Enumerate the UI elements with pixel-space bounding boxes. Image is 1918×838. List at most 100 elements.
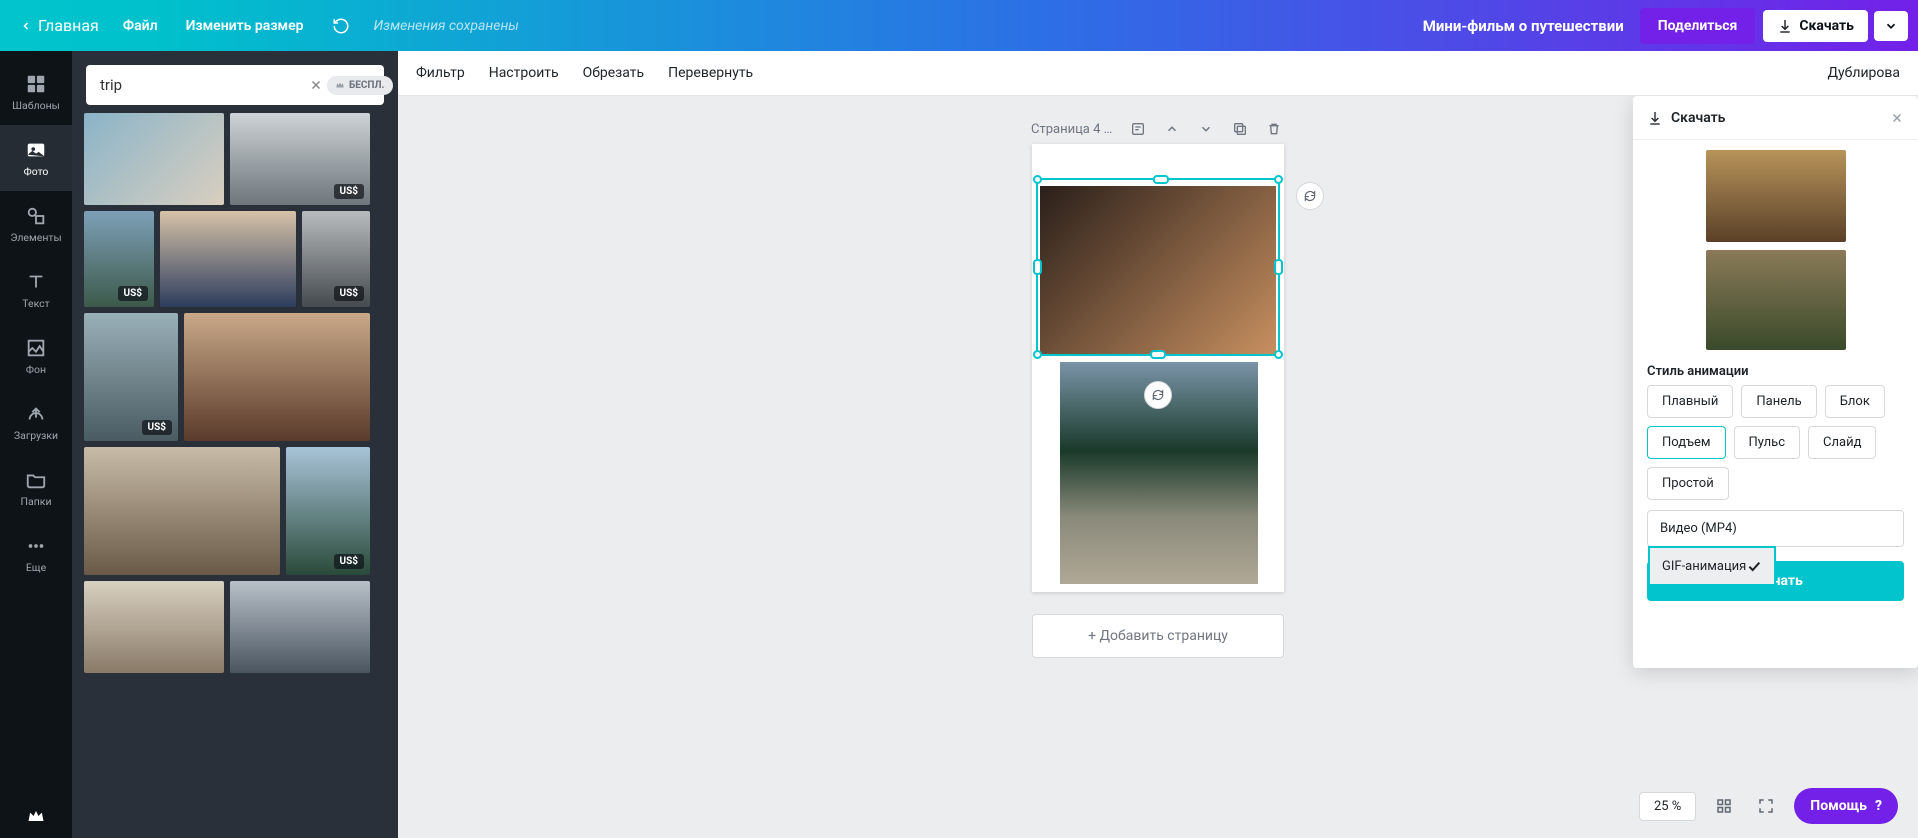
crop-button[interactable]: Обрезать	[583, 65, 645, 81]
rail-background[interactable]: Фон	[0, 323, 72, 389]
home-label: Главная	[38, 16, 99, 35]
photo-thumb[interactable]	[84, 581, 224, 673]
free-filter-label: БЕСПЛ.	[349, 80, 385, 91]
doc-title[interactable]: Мини-фильм о путешествии	[1407, 17, 1640, 35]
format-option[interactable]: GIF-анимация	[1648, 546, 1776, 586]
grid-icon	[1715, 797, 1733, 815]
page-copy-button[interactable]	[1229, 118, 1251, 140]
photo-thumb[interactable]	[230, 581, 370, 673]
photo-thumb[interactable]	[184, 313, 370, 441]
save-status: Изменения сохранены	[364, 18, 529, 34]
main-area: Фильтр Настроить Обрезать Перевернуть Ду…	[398, 51, 1918, 838]
photo-thumb[interactable]	[84, 447, 280, 575]
left-rail: Шаблоны Фото Элементы Текст Фон Загрузки…	[0, 51, 72, 838]
page-notes-button[interactable]	[1127, 118, 1149, 140]
photo-thumb[interactable]: US$	[230, 113, 370, 205]
selection-frame[interactable]	[1036, 178, 1280, 356]
preview-image-1	[1706, 150, 1846, 242]
context-toolbar: Фильтр Настроить Обрезать Перевернуть Ду…	[398, 51, 1918, 96]
style-option[interactable]: Слайд	[1808, 426, 1876, 459]
photos-icon	[25, 139, 47, 161]
copy-icon	[1232, 121, 1248, 137]
format-option[interactable]: Видео (MP4)	[1648, 511, 1903, 546]
top-bar: Главная Файл Изменить размер Изменения с…	[0, 0, 1918, 51]
page-title[interactable]: Страница 4 - ...	[1031, 122, 1115, 137]
photo-thumb[interactable]: US$	[84, 211, 154, 307]
canvas-footer: 25 % Помощь ?	[1639, 788, 1898, 824]
rail-elements-label: Элементы	[10, 231, 61, 244]
home-button[interactable]: Главная	[10, 16, 109, 35]
rail-uploads[interactable]: Загрузки	[0, 389, 72, 455]
help-button[interactable]: Помощь ?	[1794, 788, 1898, 824]
price-badge: US$	[142, 420, 173, 435]
preview-image-2	[1706, 250, 1846, 350]
format-dropdown[interactable]: Видео (MP4) GIF-анимация	[1647, 510, 1904, 547]
rail-premium[interactable]	[26, 806, 46, 826]
rail-photos[interactable]: Фото	[0, 125, 72, 191]
rail-background-label: Фон	[26, 363, 46, 376]
download-icon	[1647, 110, 1663, 126]
download-caret-button[interactable]	[1874, 11, 1908, 41]
rail-folders[interactable]: Папки	[0, 455, 72, 521]
flip-button[interactable]: Перевернуть	[668, 65, 753, 81]
style-option[interactable]: Пульс	[1734, 426, 1801, 459]
photo-thumb[interactable]: US$	[302, 211, 370, 307]
style-option[interactable]: Плавный	[1647, 385, 1733, 418]
filter-button[interactable]: Фильтр	[416, 65, 465, 81]
photo-thumb[interactable]: US$	[286, 447, 370, 575]
rail-templates[interactable]: Шаблоны	[0, 59, 72, 125]
canvas-area[interactable]: Страница 4 - ...	[398, 96, 1918, 838]
rail-elements[interactable]: Элементы	[0, 191, 72, 257]
refresh-button[interactable]	[1296, 182, 1324, 210]
photo-gallery: US$ US$ US$ US$ US$	[72, 113, 398, 838]
popover-title: Скачать	[1671, 110, 1725, 126]
style-option[interactable]: Простой	[1647, 467, 1729, 500]
duplicate-button[interactable]: Дублирова	[1827, 65, 1900, 81]
popover-close-button[interactable]	[1890, 111, 1904, 125]
undo-icon	[332, 17, 350, 35]
grid-view-button[interactable]	[1710, 792, 1738, 820]
photo-thumb[interactable]	[84, 113, 224, 205]
chevron-down-icon	[1884, 19, 1898, 33]
page-delete-button[interactable]	[1263, 118, 1285, 140]
format-option-label: GIF-анимация	[1662, 559, 1746, 574]
search-input[interactable]	[94, 76, 305, 94]
resize-menu[interactable]: Изменить размер	[172, 18, 318, 34]
photo-thumb[interactable]	[160, 211, 296, 307]
elements-icon	[25, 205, 47, 227]
photos-panel: БЕСПЛ. US$ US$ US$ US$ US$	[72, 51, 398, 838]
price-badge: US$	[334, 184, 365, 199]
style-option[interactable]: Подъем	[1647, 426, 1726, 459]
style-option[interactable]: Блок	[1825, 385, 1885, 418]
file-menu[interactable]: Файл	[109, 18, 172, 34]
zoom-dropdown[interactable]: 25 %	[1639, 792, 1696, 821]
photo-thumb[interactable]: US$	[84, 313, 178, 441]
crown-icon	[26, 806, 46, 826]
download-button[interactable]: Скачать	[1763, 10, 1868, 42]
folders-icon	[25, 469, 47, 491]
rail-uploads-label: Загрузки	[14, 429, 58, 442]
page-header: Страница 4 - ...	[1031, 118, 1285, 140]
page-up-button[interactable]	[1161, 118, 1183, 140]
uploads-icon	[25, 403, 47, 425]
fullscreen-button[interactable]	[1752, 792, 1780, 820]
popover-preview	[1633, 140, 1918, 354]
style-option[interactable]: Панель	[1741, 385, 1816, 418]
download-icon	[1777, 18, 1793, 34]
free-filter-pill[interactable]: БЕСПЛ.	[327, 76, 393, 95]
sync-button[interactable]	[1144, 381, 1172, 409]
note-icon	[1130, 121, 1146, 137]
anim-style-label: Стиль анимации	[1633, 354, 1918, 385]
trash-icon	[1266, 121, 1282, 137]
anim-style-group: Плавный Панель Блок Подъем Пульс Слайд П…	[1633, 385, 1918, 500]
adjust-button[interactable]: Настроить	[489, 65, 559, 81]
add-page-button[interactable]: + Добавить страницу	[1032, 614, 1284, 658]
search-clear-button[interactable]	[305, 74, 327, 96]
share-button[interactable]: Поделиться	[1640, 8, 1756, 44]
rail-templates-label: Шаблоны	[12, 99, 60, 112]
page-down-button[interactable]	[1195, 118, 1217, 140]
rail-text[interactable]: Текст	[0, 257, 72, 323]
background-icon	[25, 337, 47, 359]
rail-more[interactable]: Еще	[0, 521, 72, 587]
undo-button[interactable]	[318, 17, 364, 35]
